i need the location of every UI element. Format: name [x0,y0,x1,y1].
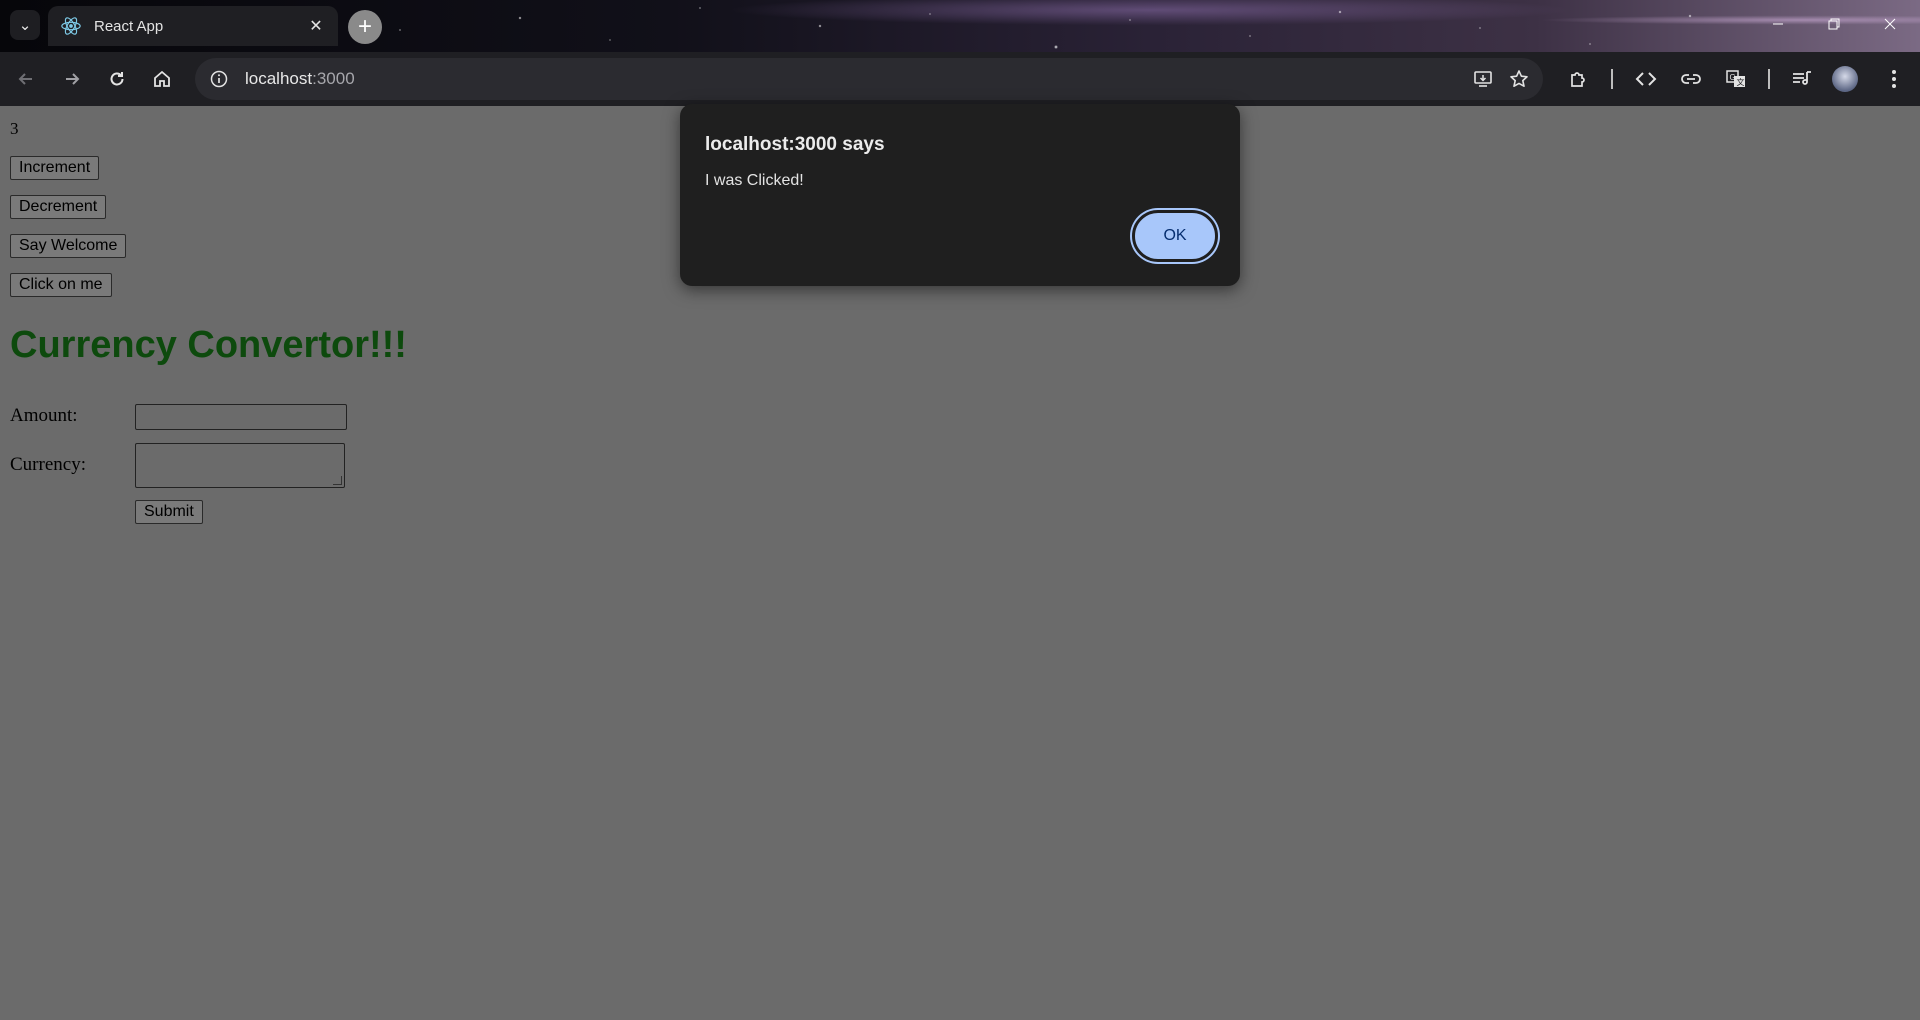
extensions-icon[interactable] [1560,61,1596,97]
resize-grip-icon[interactable] [333,476,342,485]
minimize-icon[interactable] [1750,0,1806,48]
site-info-icon[interactable] [205,65,233,93]
close-icon[interactable]: ✕ [302,12,330,40]
page-title: Currency Convertor!!! [10,324,407,366]
increment-button[interactable]: Increment [10,156,100,180]
link-icon[interactable] [1673,61,1709,97]
bookmark-star-icon[interactable] [1501,61,1537,97]
currency-label: Currency: [10,454,86,475]
tab-title: React App [94,17,164,35]
currency-textarea[interactable] [135,443,345,488]
amount-label: Amount: [10,405,78,426]
tab-list-icon[interactable]: ⌄ [10,10,40,40]
toolbar-divider [1768,69,1770,89]
translate-icon[interactable]: G文 [1718,61,1754,97]
url-host: localhost [245,69,313,88]
media-control-icon[interactable] [1784,61,1820,97]
install-app-icon[interactable] [1465,61,1501,97]
restore-icon[interactable] [1806,0,1862,48]
code-icon[interactable] [1628,61,1664,97]
click-on-me-button[interactable]: Click on me [10,273,112,297]
svg-text:文: 文 [1737,77,1745,87]
forward-arrow-icon[interactable] [54,61,90,97]
react-logo-icon [61,17,81,35]
profile-avatar[interactable] [1832,66,1858,92]
submit-button[interactable]: Submit [135,500,203,524]
home-icon[interactable] [144,61,180,97]
alert-dialog: localhost:3000 says I was Clicked! OK [680,104,1240,286]
more-menu-icon[interactable] [1876,61,1912,97]
address-bar[interactable]: localhost:3000 [195,58,1543,100]
browser-toolbar: localhost:3000 G文 [0,52,1920,106]
decrement-button[interactable]: Decrement [10,195,107,219]
counter-value: 3 [10,119,19,138]
plus-icon[interactable]: + [348,10,382,44]
url-port: :3000 [312,69,355,88]
back-arrow-icon[interactable] [8,61,44,97]
ok-button[interactable]: OK [1132,210,1218,262]
window-close-icon[interactable] [1862,0,1918,48]
alert-message: I was Clicked! [705,172,804,189]
url-text[interactable]: localhost:3000 [245,69,1465,89]
browser-tab-react-app[interactable]: React App ✕ [48,6,338,46]
browser-title-bar: ⌄ React App ✕ + [0,0,1920,52]
reload-icon[interactable] [99,61,135,97]
toolbar-divider [1611,69,1613,89]
amount-field[interactable] [135,404,347,430]
say-welcome-button[interactable]: Say Welcome [10,234,127,258]
alert-title: localhost:3000 says [705,134,885,155]
